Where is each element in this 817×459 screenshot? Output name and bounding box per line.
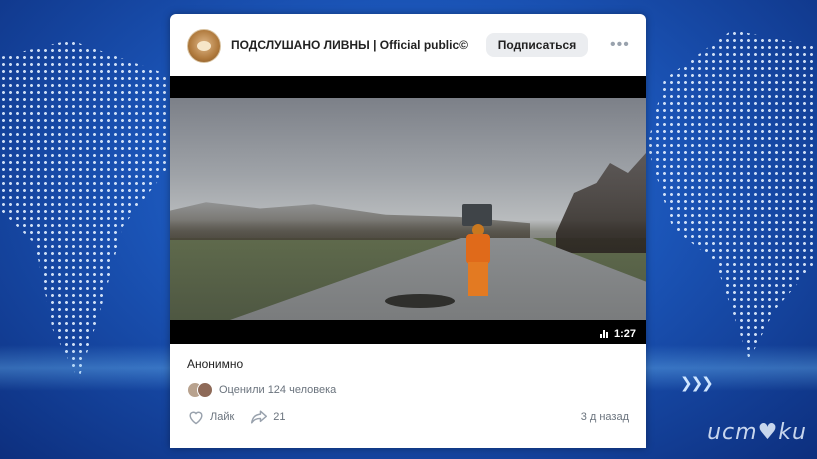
- video-duration: 1:27: [599, 328, 636, 340]
- video-truck: [462, 204, 492, 226]
- post-actions: Лайк 21 3 д назад: [187, 408, 629, 426]
- bars-icon: [599, 330, 609, 338]
- bear-avatar-icon[interactable]: [187, 29, 221, 63]
- video-player[interactable]: 1:27: [170, 76, 646, 344]
- arrows-decoration: ❯❯❯: [680, 374, 714, 392]
- video-trees-right: [556, 153, 646, 253]
- rated-row[interactable]: Оценили 124 человека: [187, 382, 336, 398]
- like-button[interactable]: Лайк: [187, 409, 234, 425]
- subscribe-button[interactable]: Подписаться: [486, 33, 588, 57]
- share-arrow-icon: [251, 410, 268, 424]
- heart-icon: [189, 411, 203, 425]
- duration-text: 1:27: [613, 328, 636, 340]
- channel-watermark: ucm♥ku: [707, 420, 807, 445]
- share-button[interactable]: 21: [250, 409, 286, 425]
- share-count: 21: [273, 411, 286, 423]
- post-card: ПОДСЛУШАНО ЛИВНЫ | Official public© Подп…: [170, 14, 646, 448]
- post-header: ПОДСЛУШАНО ЛИВНЫ | Official public© Подп…: [170, 14, 646, 76]
- more-options-icon[interactable]: •••: [610, 36, 630, 54]
- video-frame[interactable]: [170, 98, 646, 320]
- post-text: Анонимно: [187, 357, 244, 371]
- video-pothole: [385, 294, 455, 308]
- video-worker: [462, 224, 492, 300]
- post-timestamp[interactable]: 3 д назад: [581, 411, 629, 423]
- world-map-left: [0, 40, 175, 380]
- rated-text[interactable]: Оценили 124 человека: [219, 384, 336, 396]
- group-name-link[interactable]: ПОДСЛУШАНО ЛИВНЫ | Official public©: [231, 38, 468, 52]
- reactor-avatars: [187, 382, 213, 398]
- world-map-right: [647, 30, 817, 360]
- like-label: Лайк: [210, 411, 235, 423]
